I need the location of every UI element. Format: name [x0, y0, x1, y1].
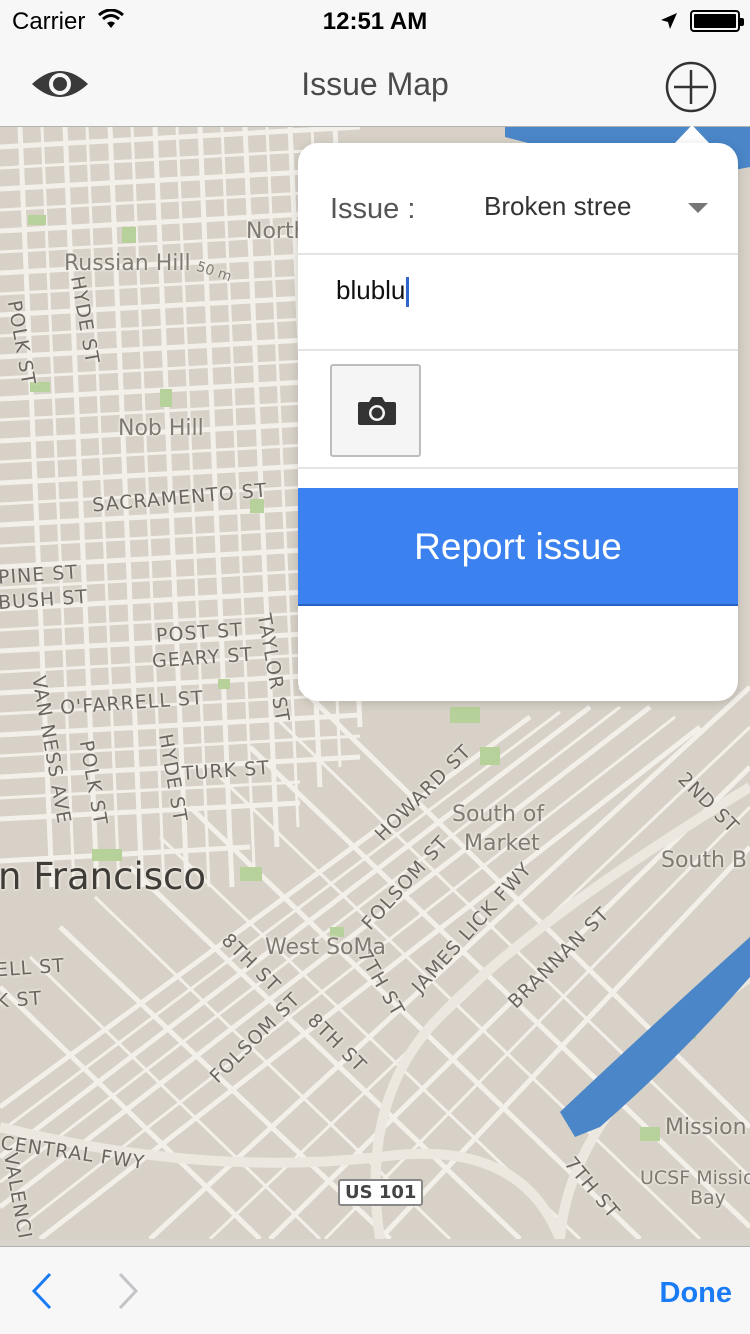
page-title: Issue Map	[301, 66, 449, 102]
map-label-city: n Francisco	[0, 855, 207, 898]
battery-icon	[690, 10, 744, 32]
issue-label: Issue :	[330, 193, 416, 225]
add-issue-button[interactable]	[664, 60, 718, 114]
popover-arrow	[674, 125, 710, 144]
bottom-toolbar: Done	[0, 1246, 750, 1334]
description-input[interactable]: blublu	[336, 275, 410, 308]
map-label-south-of: South of	[452, 802, 545, 827]
description-text: blublu	[336, 275, 406, 305]
chevron-left-icon	[31, 1272, 52, 1310]
map-label-ucsf: UCSF Missio	[640, 1167, 750, 1189]
forward-button[interactable]	[112, 1271, 142, 1311]
description-row: blublu	[298, 255, 738, 351]
plus-circle-icon	[665, 61, 717, 113]
map-label-mission: Mission	[665, 1115, 747, 1140]
highway-shield-us101: US 101	[338, 1179, 424, 1206]
done-button[interactable]: Done	[660, 1277, 733, 1310]
map-label-bay: Bay	[690, 1187, 726, 1209]
navigation-bar: Issue Map	[0, 40, 750, 127]
issue-type-select[interactable]: Broken stree	[484, 191, 724, 231]
chevron-right-icon	[118, 1272, 139, 1310]
dropdown-caret-icon	[688, 203, 708, 213]
text-cursor	[406, 277, 410, 308]
photo-row	[298, 351, 738, 469]
back-button[interactable]	[28, 1271, 58, 1311]
map-label-south-b: South B	[661, 848, 748, 873]
issue-type-row: Issue : Broken stree	[298, 143, 738, 255]
map-street-k: K ST	[0, 987, 43, 1013]
report-issue-button[interactable]: Report issue	[298, 488, 738, 606]
camera-icon	[358, 397, 396, 425]
report-issue-popover: Issue : Broken stree blublu Report issue	[298, 143, 738, 701]
map-label-market: Market	[464, 831, 540, 856]
clock: 12:51 AM	[322, 8, 428, 35]
location-arrow-icon	[660, 9, 678, 37]
camera-button[interactable]	[330, 364, 421, 457]
issue-type-value: Broken stree	[484, 191, 632, 221]
status-bar: Carrier 12:51 AM	[0, 0, 750, 40]
map-label-nob-hill: Nob Hill	[118, 416, 204, 441]
map-label-russian-hill: Russian Hill	[64, 251, 191, 276]
